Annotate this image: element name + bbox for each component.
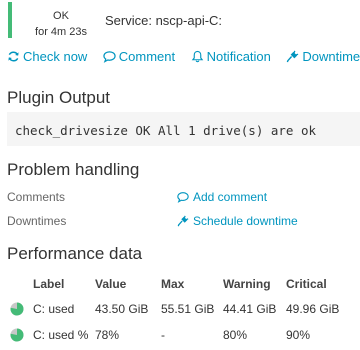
plug-icon bbox=[177, 215, 189, 227]
plugin-output-text: check_drivesize OK All 1 drive(s) are ok bbox=[15, 123, 317, 138]
row-label: C: used bbox=[33, 302, 75, 316]
state-ok-indicator bbox=[8, 2, 12, 38]
row-value: 78% bbox=[95, 328, 120, 342]
bell-icon bbox=[191, 50, 204, 63]
row-label: C: used % bbox=[33, 328, 89, 342]
comment-button[interactable]: Comment bbox=[103, 49, 175, 64]
plugin-output-title: Plugin Output bbox=[7, 88, 111, 107]
downtimes-label: Downtimes bbox=[7, 214, 67, 228]
comment-icon bbox=[103, 50, 116, 63]
usage-pie-icon bbox=[10, 302, 24, 316]
add-comment-label: Add comment bbox=[193, 190, 268, 204]
table-row: C: used 43.50 GiB 55.51 GiB 44.41 GiB 49… bbox=[0, 296, 360, 322]
row-warning: 80% bbox=[223, 328, 248, 342]
plug-icon bbox=[286, 50, 299, 63]
usage-pie-icon bbox=[10, 328, 24, 342]
performance-header-row: Label Value Max Warning Critical bbox=[0, 272, 360, 296]
row-max: 55.51 GiB bbox=[161, 302, 215, 316]
column-critical: Critical bbox=[286, 277, 327, 291]
problem-handling-title: Problem handling bbox=[7, 160, 140, 179]
column-warning: Warning bbox=[223, 277, 271, 291]
state-box: OK for 4m 23s bbox=[20, 3, 102, 39]
row-critical: 49.96 GiB bbox=[286, 302, 340, 316]
downtime-label: Downtime bbox=[302, 49, 360, 64]
schedule-downtime-label: Schedule downtime bbox=[193, 214, 298, 228]
schedule-downtime-link[interactable]: Schedule downtime bbox=[177, 214, 298, 228]
row-max: - bbox=[161, 328, 165, 342]
row-critical: 90% bbox=[286, 328, 311, 342]
row-value: 43.50 GiB bbox=[95, 302, 149, 316]
column-label: Label bbox=[33, 277, 65, 291]
comments-label: Comments bbox=[7, 190, 66, 204]
downtimes-row: Downtimes Schedule downtime bbox=[7, 214, 360, 230]
notification-label: Notification bbox=[206, 49, 271, 64]
quick-actions: Check now Comment Notification Downtime bbox=[7, 49, 360, 67]
table-row: C: used % 78% - 80% 90% bbox=[0, 322, 360, 348]
refresh-icon bbox=[7, 50, 20, 63]
column-value: Value bbox=[95, 277, 127, 291]
service-header: OK for 4m 23s Service: nscp-api-C: bbox=[0, 0, 360, 42]
row-warning: 44.41 GiB bbox=[223, 302, 277, 316]
state-since: for 4m 23s bbox=[35, 26, 87, 38]
comments-row: Comments Add comment bbox=[7, 190, 360, 206]
plugin-output-box: check_drivesize OK All 1 drive(s) are ok bbox=[7, 112, 360, 146]
downtime-button[interactable]: Downtime bbox=[286, 49, 360, 64]
column-max: Max bbox=[161, 277, 185, 291]
check-now-button[interactable]: Check now bbox=[7, 49, 87, 64]
comment-icon bbox=[177, 192, 189, 203]
check-now-label: Check now bbox=[23, 49, 88, 64]
performance-table: Label Value Max Warning Critical C: used… bbox=[0, 272, 360, 348]
state-label: OK bbox=[53, 10, 69, 22]
service-name: Service: nscp-api-C: bbox=[105, 13, 223, 28]
performance-data-title: Performance data bbox=[7, 244, 143, 263]
notification-button[interactable]: Notification bbox=[191, 49, 271, 64]
add-comment-link[interactable]: Add comment bbox=[177, 190, 267, 204]
comment-label: Comment bbox=[118, 49, 176, 64]
